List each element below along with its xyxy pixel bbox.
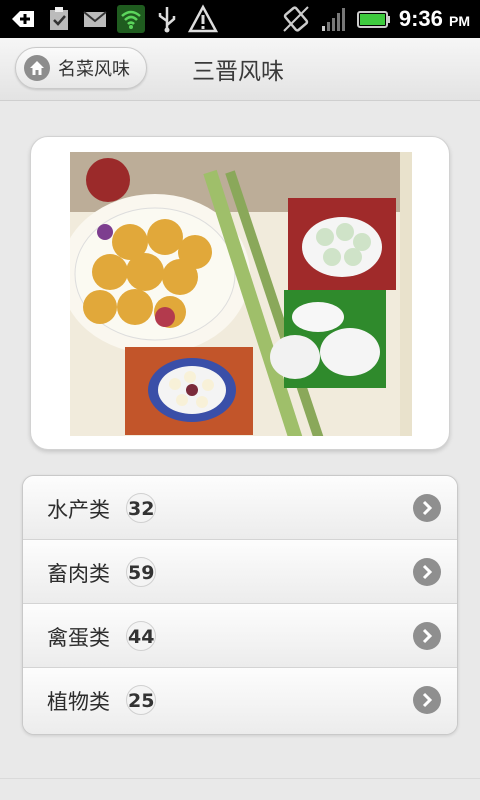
category-label: 植物类 — [47, 690, 110, 714]
clock-time: 9:36 — [398, 6, 443, 31]
category-label: 畜肉类 — [47, 562, 110, 586]
category-item-seafood[interactable]: 水产类 32 — [23, 476, 457, 540]
battery-icon — [356, 4, 391, 34]
category-item-plants[interactable]: 植物类 25 — [23, 668, 457, 734]
category-list: 水产类 32 畜肉类 59 禽蛋类 44 植物类 25 — [22, 475, 458, 735]
category-item-livestock[interactable]: 畜肉类 59 — [23, 540, 457, 604]
notification-icons — [8, 4, 219, 34]
chevron-right-icon — [413, 494, 441, 522]
wifi-shield-icon — [116, 4, 146, 34]
add-icon — [8, 4, 38, 34]
page-title: 三晋风味 — [192, 59, 284, 85]
warning-icon — [187, 4, 219, 34]
chevron-right-icon — [413, 686, 441, 714]
dish-image-card — [30, 136, 450, 450]
home-button[interactable]: 名菜风味 — [15, 47, 147, 89]
clipboard-check-icon — [44, 4, 74, 34]
status-bar: 9:36 PM — [0, 0, 480, 38]
signal-icon — [319, 4, 349, 34]
rotate-icon — [281, 4, 311, 34]
home-icon — [24, 55, 50, 81]
food-collage-image — [70, 152, 412, 436]
count-badge: 25 — [126, 685, 157, 715]
clock: 9:36 PM — [399, 6, 470, 32]
system-indicators: 9:36 PM — [281, 4, 470, 34]
bottom-divider — [0, 778, 480, 779]
count-badge: 32 — [126, 493, 157, 523]
gmail-icon — [80, 4, 110, 34]
count-badge: 59 — [126, 557, 157, 587]
clock-ampm: PM — [449, 13, 470, 29]
home-button-label: 名菜风味 — [58, 59, 130, 80]
category-label: 禽蛋类 — [47, 626, 110, 650]
usb-icon — [152, 4, 182, 34]
chevron-right-icon — [413, 558, 441, 586]
chevron-right-icon — [413, 622, 441, 650]
count-badge: 44 — [126, 621, 157, 651]
category-label: 水产类 — [47, 498, 110, 522]
category-item-poultry-eggs[interactable]: 禽蛋类 44 — [23, 604, 457, 668]
app-header: 名菜风味 三晋风味 — [0, 38, 480, 101]
